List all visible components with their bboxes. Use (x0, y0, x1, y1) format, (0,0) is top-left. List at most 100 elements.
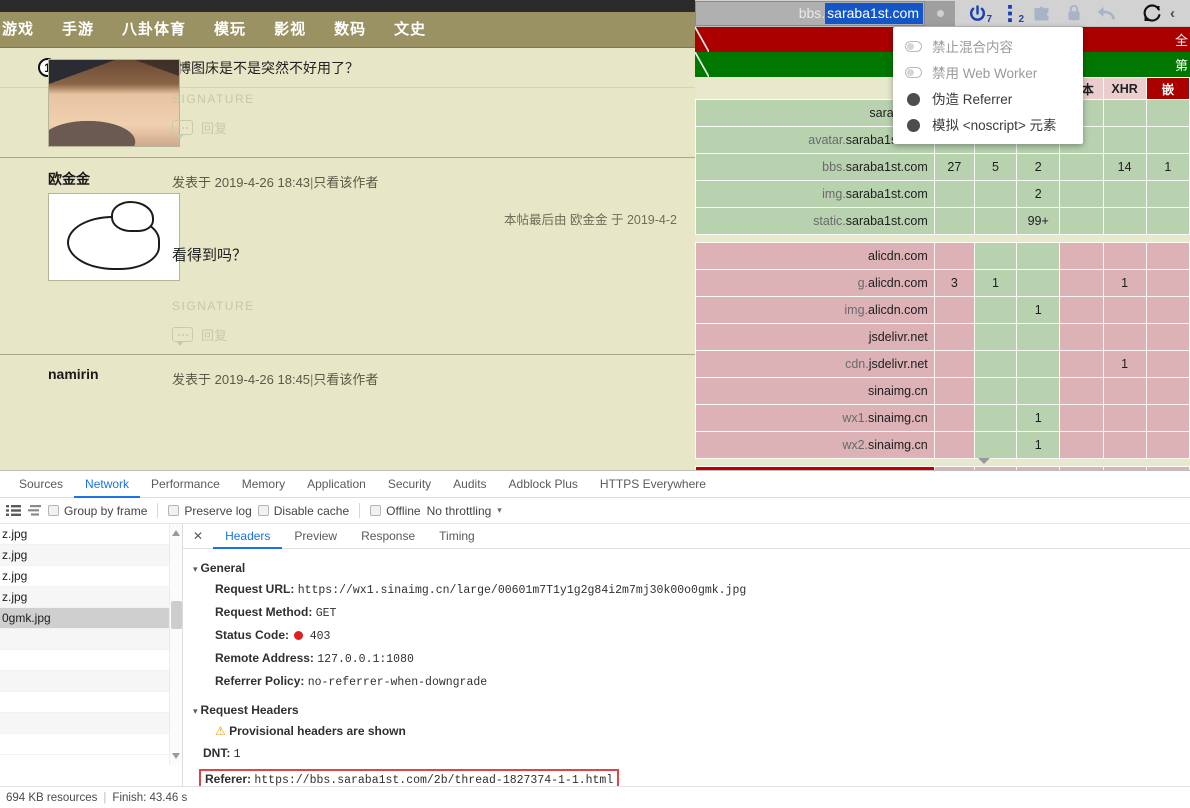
cell[interactable]: 1 (1016, 404, 1061, 432)
list-item[interactable] (0, 734, 182, 755)
table-row[interactable]: static.saraba1st.com 99+ (695, 207, 1190, 235)
header-value[interactable]: https://wx1.sinaimg.cn/large/00601m7T1y1… (298, 584, 747, 597)
cell[interactable]: 2 (1016, 180, 1061, 208)
nav-item-2[interactable]: 八卦体育 (108, 12, 200, 48)
post-author-only-link[interactable]: 只看该作者 (313, 372, 378, 387)
cell[interactable] (1145, 242, 1190, 270)
row-hostname[interactable]: sinaimg.cn (695, 377, 935, 405)
post-reply-button[interactable]: 回复 (172, 313, 681, 346)
cell[interactable] (1059, 350, 1104, 378)
row-hostname[interactable]: wx2.sinaimg.cn (695, 431, 935, 459)
tab-response[interactable]: Response (349, 524, 427, 549)
throttling-label[interactable]: No throttling (427, 504, 492, 518)
tab-memory[interactable]: Memory (231, 471, 296, 498)
cell[interactable]: 1 (1016, 296, 1061, 324)
row-hostname[interactable]: bbs.saraba1st.com (695, 153, 935, 181)
cell[interactable] (1102, 323, 1147, 351)
row-hostname[interactable]: jsdelivr.net (695, 323, 935, 351)
cell[interactable]: 1 (1145, 153, 1190, 181)
tab-application[interactable]: Application (296, 471, 377, 498)
nav-item-3[interactable]: 模玩 (200, 12, 260, 48)
tab-timing[interactable]: Timing (427, 524, 487, 549)
table-row[interactable]: img.saraba1st.com 2 (695, 180, 1190, 208)
cell[interactable] (1145, 323, 1190, 351)
list-item[interactable]: z.jpg (0, 566, 182, 587)
cell[interactable]: 99+ (1016, 207, 1061, 235)
table-row[interactable]: alicdn.com (695, 242, 1190, 270)
checkbox-group-by-frame[interactable]: Group by frame (48, 504, 147, 518)
cell[interactable] (1145, 180, 1190, 208)
network-list-scrollbar[interactable] (169, 524, 182, 765)
cell[interactable] (1145, 99, 1190, 127)
cell[interactable]: 27 (933, 153, 975, 181)
toggle-on-icon[interactable] (905, 92, 922, 106)
checkbox-icon[interactable] (48, 505, 59, 516)
checkbox-disable-cache[interactable]: Disable cache (257, 504, 349, 518)
menu-item-disable-web-worker[interactable]: 禁用 Web Worker (893, 59, 1083, 85)
row-hostname[interactable]: cdn.jsdelivr.net (695, 350, 935, 378)
cell[interactable] (1102, 207, 1147, 235)
table-row[interactable]: jsdelivr.net (695, 323, 1190, 351)
row-hostname[interactable]: img.saraba1st.com (695, 180, 935, 208)
cell[interactable] (1059, 207, 1104, 235)
post-reply-button[interactable]: 回复 (172, 106, 681, 139)
nav-item-4[interactable]: 影视 (260, 12, 320, 48)
toggle-on-icon[interactable] (905, 118, 922, 132)
cell[interactable] (1059, 404, 1104, 432)
tab-preview[interactable]: Preview (282, 524, 349, 549)
table-row[interactable]: sinaimg.cn (695, 377, 1190, 405)
list-item[interactable]: z.jpg (0, 545, 182, 566)
umatrix-hostname-display[interactable]: bbs. saraba1st.com (695, 0, 925, 26)
undo-arrow-icon[interactable] (1090, 1, 1121, 26)
cell[interactable] (933, 242, 975, 270)
cell[interactable]: 1 (1102, 350, 1147, 378)
cell[interactable]: 1 (1102, 269, 1147, 297)
cell[interactable] (973, 377, 1018, 405)
table-row[interactable]: wx2.sinaimg.cn 1 (695, 431, 1190, 459)
cell[interactable] (1102, 404, 1147, 432)
power-icon[interactable]: 7 (962, 1, 993, 26)
cell[interactable] (973, 404, 1018, 432)
tab-audits[interactable]: Audits (442, 471, 497, 498)
toggle-off-icon[interactable] (905, 40, 922, 52)
cell[interactable]: 14 (1102, 153, 1147, 181)
cell[interactable] (1059, 377, 1104, 405)
post-author[interactable]: namirin (48, 359, 160, 386)
scroll-up-arrow-icon[interactable] (172, 530, 180, 536)
nav-item-1[interactable]: 手游 (48, 12, 108, 48)
post-author[interactable] (48, 48, 160, 59)
cell[interactable] (973, 296, 1018, 324)
cell[interactable]: 2 (1016, 153, 1061, 181)
cell[interactable] (1059, 242, 1104, 270)
cell[interactable] (1016, 377, 1061, 405)
cell[interactable] (1102, 242, 1147, 270)
post-author-only-link[interactable]: 只看该作者 (313, 175, 378, 190)
cell[interactable] (1059, 153, 1104, 181)
column-header-frame[interactable]: 嵌 (1145, 77, 1190, 100)
puzzle-piece-icon[interactable] (1026, 1, 1057, 26)
row-hostname[interactable]: wx1.sinaimg.cn (695, 404, 935, 432)
umatrix-expand-button[interactable] (925, 0, 955, 26)
table-row[interactable]: img.alicdn.com 1 (695, 296, 1190, 324)
row-hostname[interactable]: alicdn.com (695, 242, 935, 270)
cell[interactable] (1102, 377, 1147, 405)
table-row[interactable]: cdn.jsdelivr.net 1 (695, 350, 1190, 378)
cell[interactable] (1102, 126, 1147, 154)
nav-item-0[interactable]: 游戏 (0, 12, 48, 48)
column-header-xhr[interactable]: XHR (1102, 77, 1147, 100)
list-view-icon[interactable] (6, 504, 21, 517)
cell[interactable]: 1 (1016, 431, 1061, 459)
cell[interactable] (1059, 180, 1104, 208)
cell[interactable] (1145, 207, 1190, 235)
checkbox-offline[interactable]: Offline (370, 504, 421, 518)
cell[interactable] (973, 350, 1018, 378)
cell[interactable] (1145, 126, 1190, 154)
tab-adblock-plus[interactable]: Adblock Plus (498, 471, 589, 498)
list-item[interactable]: z.jpg (0, 524, 182, 545)
chevron-left-icon[interactable]: ‹ (1170, 5, 1175, 22)
row-hostname[interactable]: img.alicdn.com (695, 296, 935, 324)
table-row[interactable]: g.alicdn.com 3 1 1 (695, 269, 1190, 297)
menu-item-emulate-noscript[interactable]: 模拟 <noscript> 元素 (893, 111, 1083, 137)
triangle-down-icon[interactable]: ▾ (193, 564, 198, 574)
list-item[interactable] (0, 713, 182, 734)
